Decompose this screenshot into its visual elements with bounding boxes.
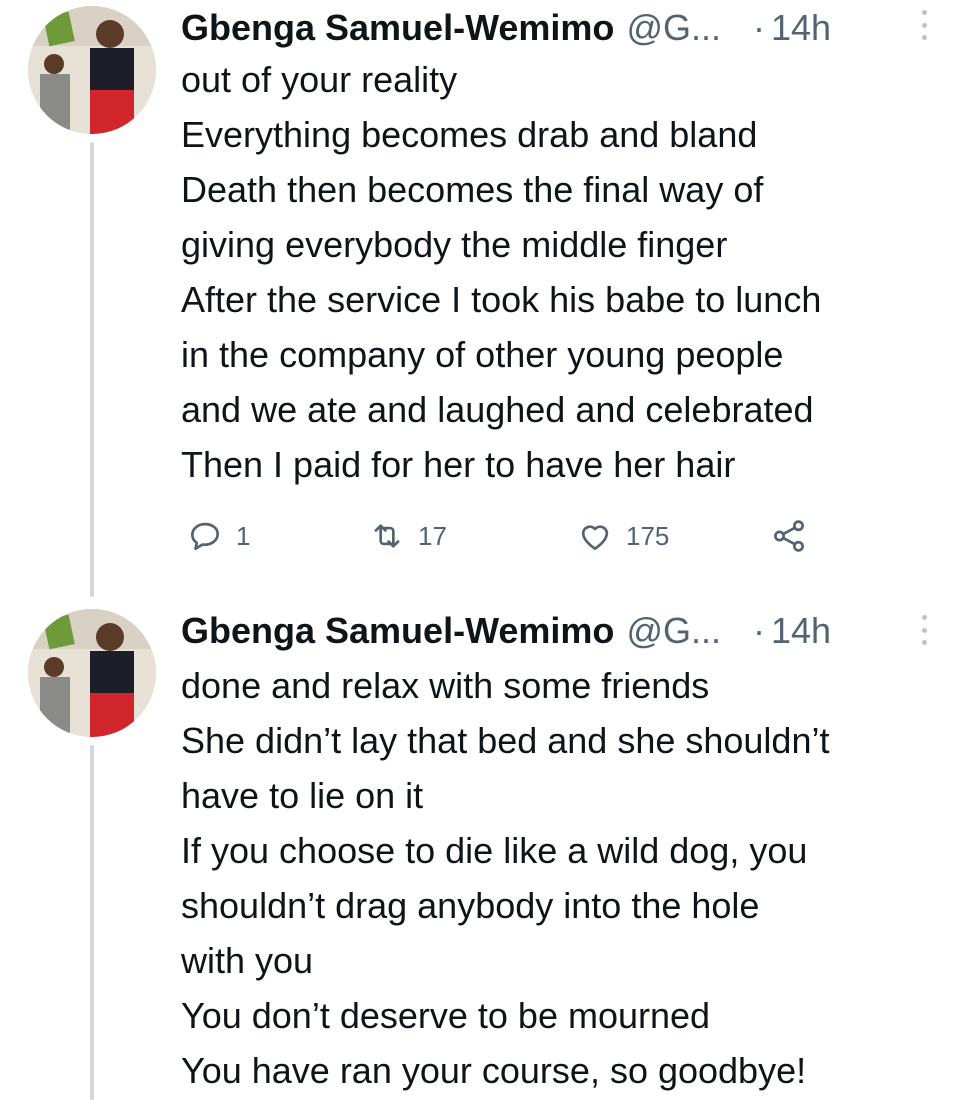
tweet-header: Gbenga Samuel-Wemimo @G... · 14h (181, 0, 831, 56)
tweet-timestamp[interactable]: 14h (771, 0, 831, 56)
tweet-text-line: Death then becomes the final way of (181, 169, 764, 210)
share-button[interactable] (770, 514, 808, 558)
author-name[interactable]: Gbenga Samuel-Wemimo (181, 603, 614, 659)
like-button[interactable]: 175 (576, 514, 669, 558)
reply-icon (190, 522, 220, 551)
tweet-actions: 1 17 175 (186, 514, 826, 558)
retweet-icon (374, 524, 400, 548)
more-options-icon[interactable] (918, 615, 930, 645)
tweet-text-line: and we ate and laughed and celebrated (181, 389, 814, 430)
tweet-text-line: Then I paid for her to have her hair (181, 444, 736, 485)
retweet-button[interactable]: 17 (368, 514, 447, 558)
avatar[interactable] (28, 609, 156, 737)
retweet-count: 17 (418, 520, 447, 551)
tweet-text: out of your reality Everything becomes d… (181, 52, 821, 492)
tweet-text-line: with you (181, 940, 314, 981)
tweet-text-line: After the service I took his babe to lun… (181, 279, 822, 320)
author-name[interactable]: Gbenga Samuel-Wemimo (181, 0, 614, 56)
reply-count: 1 (236, 520, 251, 551)
tweet-text-line: You don’t deserve to be mourned (181, 995, 711, 1036)
author-handle[interactable]: @G... (626, 0, 721, 56)
tweet-text-line: done and relax with some friends (181, 665, 710, 706)
tweet-text-line: shouldn’t drag anybody into the hole (181, 885, 760, 926)
tweet-text-line: in the company of other young people (181, 334, 784, 375)
tweet-text-line: She didn’t lay that bed and she shouldn’… (181, 720, 830, 761)
tweet-text-line: Everything becomes drab and bland (181, 114, 758, 155)
tweet[interactable]: Gbenga Samuel-Wemimo @G... · 14h out of … (0, 0, 972, 600)
author-handle[interactable]: @G... (626, 603, 721, 659)
avatar[interactable] (28, 6, 156, 134)
separator-dot: · (753, 610, 765, 651)
separator-dot: · (753, 7, 765, 48)
heart-icon (581, 525, 609, 551)
more-options-icon[interactable] (918, 10, 930, 40)
tweet-timestamp[interactable]: 14h (771, 603, 831, 659)
tweet[interactable]: Gbenga Samuel-Wemimo @G... · 14h done an… (0, 603, 972, 1100)
reply-button[interactable]: 1 (186, 514, 250, 558)
avatar-photo-icon (28, 6, 156, 134)
tweet-text-line: If you choose to die like a wild dog, yo… (181, 830, 808, 871)
tweet-text-line: out of your reality (181, 59, 458, 100)
avatar-photo-icon (28, 609, 156, 737)
tweet-text: done and relax with some friends She did… (181, 658, 829, 1098)
like-count: 175 (626, 520, 670, 551)
tweet-text-line: giving everybody the middle finger (181, 224, 728, 265)
tweet-text-line: have to lie on it (181, 775, 424, 816)
share-icon (774, 520, 804, 552)
tweet-header: Gbenga Samuel-Wemimo @G... · 14h (181, 603, 831, 659)
tweet-text-line: You have ran your course, so goodbye! (181, 1050, 807, 1091)
